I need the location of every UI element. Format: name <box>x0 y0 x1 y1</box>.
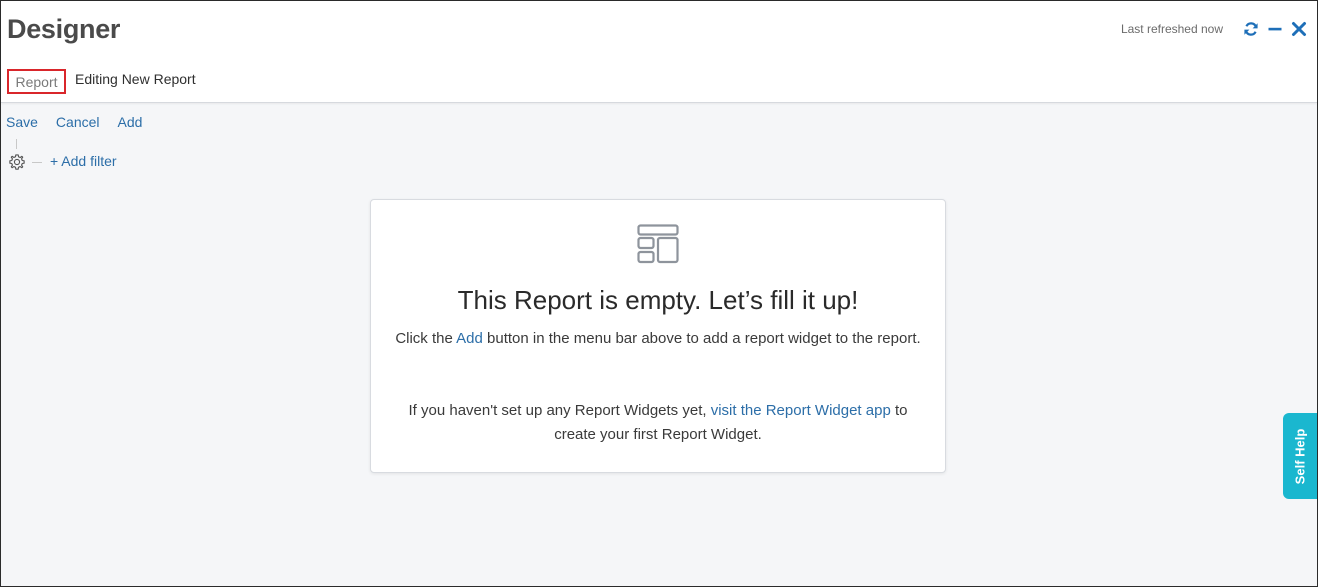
add-filter-link[interactable]: + Add filter <box>50 153 117 169</box>
layout-icon <box>637 224 679 264</box>
last-refreshed-text: Last refreshed now <box>1120 22 1223 36</box>
instructions-text-end: button in the menu bar above to add a re… <box>482 330 921 347</box>
header-bar: Designer Report Editing New Report Last … <box>1 1 1317 103</box>
instructions-text-start: Click the <box>395 330 457 347</box>
header-actions: Last refreshed now <box>1121 21 1307 37</box>
gear-icon[interactable] <box>8 153 26 171</box>
filter-bar: + Add filter <box>7 139 207 173</box>
editing-report-label: Editing New Report <box>75 71 196 87</box>
self-help-button[interactable]: Self Help <box>1283 413 1317 499</box>
report-widget-app-link[interactable]: visit the Report Widget app <box>711 402 891 419</box>
add-button[interactable]: Add <box>118 114 143 130</box>
report-toolbar: Save Cancel Add <box>6 114 160 130</box>
add-inline-link[interactable]: Add <box>456 330 483 347</box>
filter-connector-dash <box>32 162 42 163</box>
empty-state-help: If you haven't set up any Report Widgets… <box>391 399 925 447</box>
empty-report-card: This Report is empty. Let’s fill it up! … <box>370 199 946 473</box>
page-title: Designer <box>7 14 121 44</box>
self-help-label: Self Help <box>1292 428 1308 484</box>
filter-connector-line <box>16 139 17 149</box>
help-text-start: If you haven't set up any Report Widgets… <box>408 402 711 419</box>
refresh-icon[interactable] <box>1243 21 1259 37</box>
minimize-icon[interactable] <box>1267 21 1283 37</box>
close-icon[interactable] <box>1291 21 1307 37</box>
empty-state-instructions: Click the Add button in the menu bar abo… <box>391 327 925 351</box>
empty-state-title: This Report is empty. Let’s fill it up! <box>457 285 859 315</box>
tab-report[interactable]: Report <box>7 69 66 94</box>
save-button[interactable]: Save <box>6 114 38 130</box>
cancel-button[interactable]: Cancel <box>56 114 100 130</box>
